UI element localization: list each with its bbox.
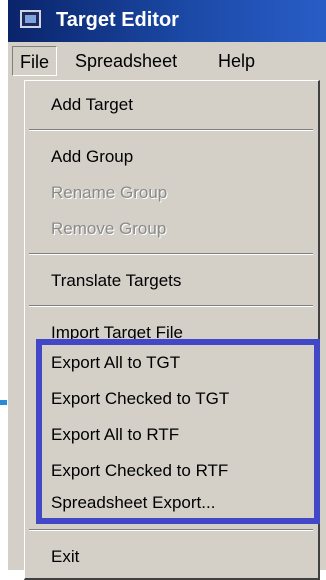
app-window-icon[interactable] — [20, 10, 41, 28]
menu-separator — [29, 253, 313, 255]
menu-item-export-all-rtf[interactable]: Export All to RTF — [25, 417, 317, 453]
file-menu-dropdown: Add Target Add Group Rename Group Remove… — [24, 80, 320, 580]
menu-bar: File Spreadsheet Help — [8, 42, 326, 80]
menu-separator — [29, 529, 313, 531]
menu-item-export-checked-rtf[interactable]: Export Checked to RTF — [25, 453, 317, 489]
title-bar[interactable]: Target Editor — [8, 0, 326, 42]
menu-item-add-group[interactable]: Add Group — [25, 139, 317, 175]
menu-item-translate-targets[interactable]: Translate Targets — [25, 263, 317, 299]
menu-item-export-checked-tgt[interactable]: Export Checked to TGT — [25, 381, 317, 417]
menu-item-remove-group: Remove Group — [51, 219, 167, 238]
menu-item-rename-group: Rename Group — [51, 183, 168, 202]
menu-item-add-target[interactable]: Add Target — [25, 87, 317, 123]
menu-spreadsheet[interactable]: Spreadsheet — [68, 46, 184, 76]
menu-file[interactable]: File — [12, 46, 58, 76]
menu-item-export-all-tgt[interactable]: Export All to TGT — [25, 345, 317, 381]
menu-help[interactable]: Help — [211, 46, 262, 76]
menu-separator — [29, 305, 313, 307]
window-title: Target Editor — [56, 9, 179, 31]
menu-item-spreadsheet-export[interactable]: Spreadsheet Export... — [25, 485, 317, 521]
menu-separator — [29, 129, 313, 131]
